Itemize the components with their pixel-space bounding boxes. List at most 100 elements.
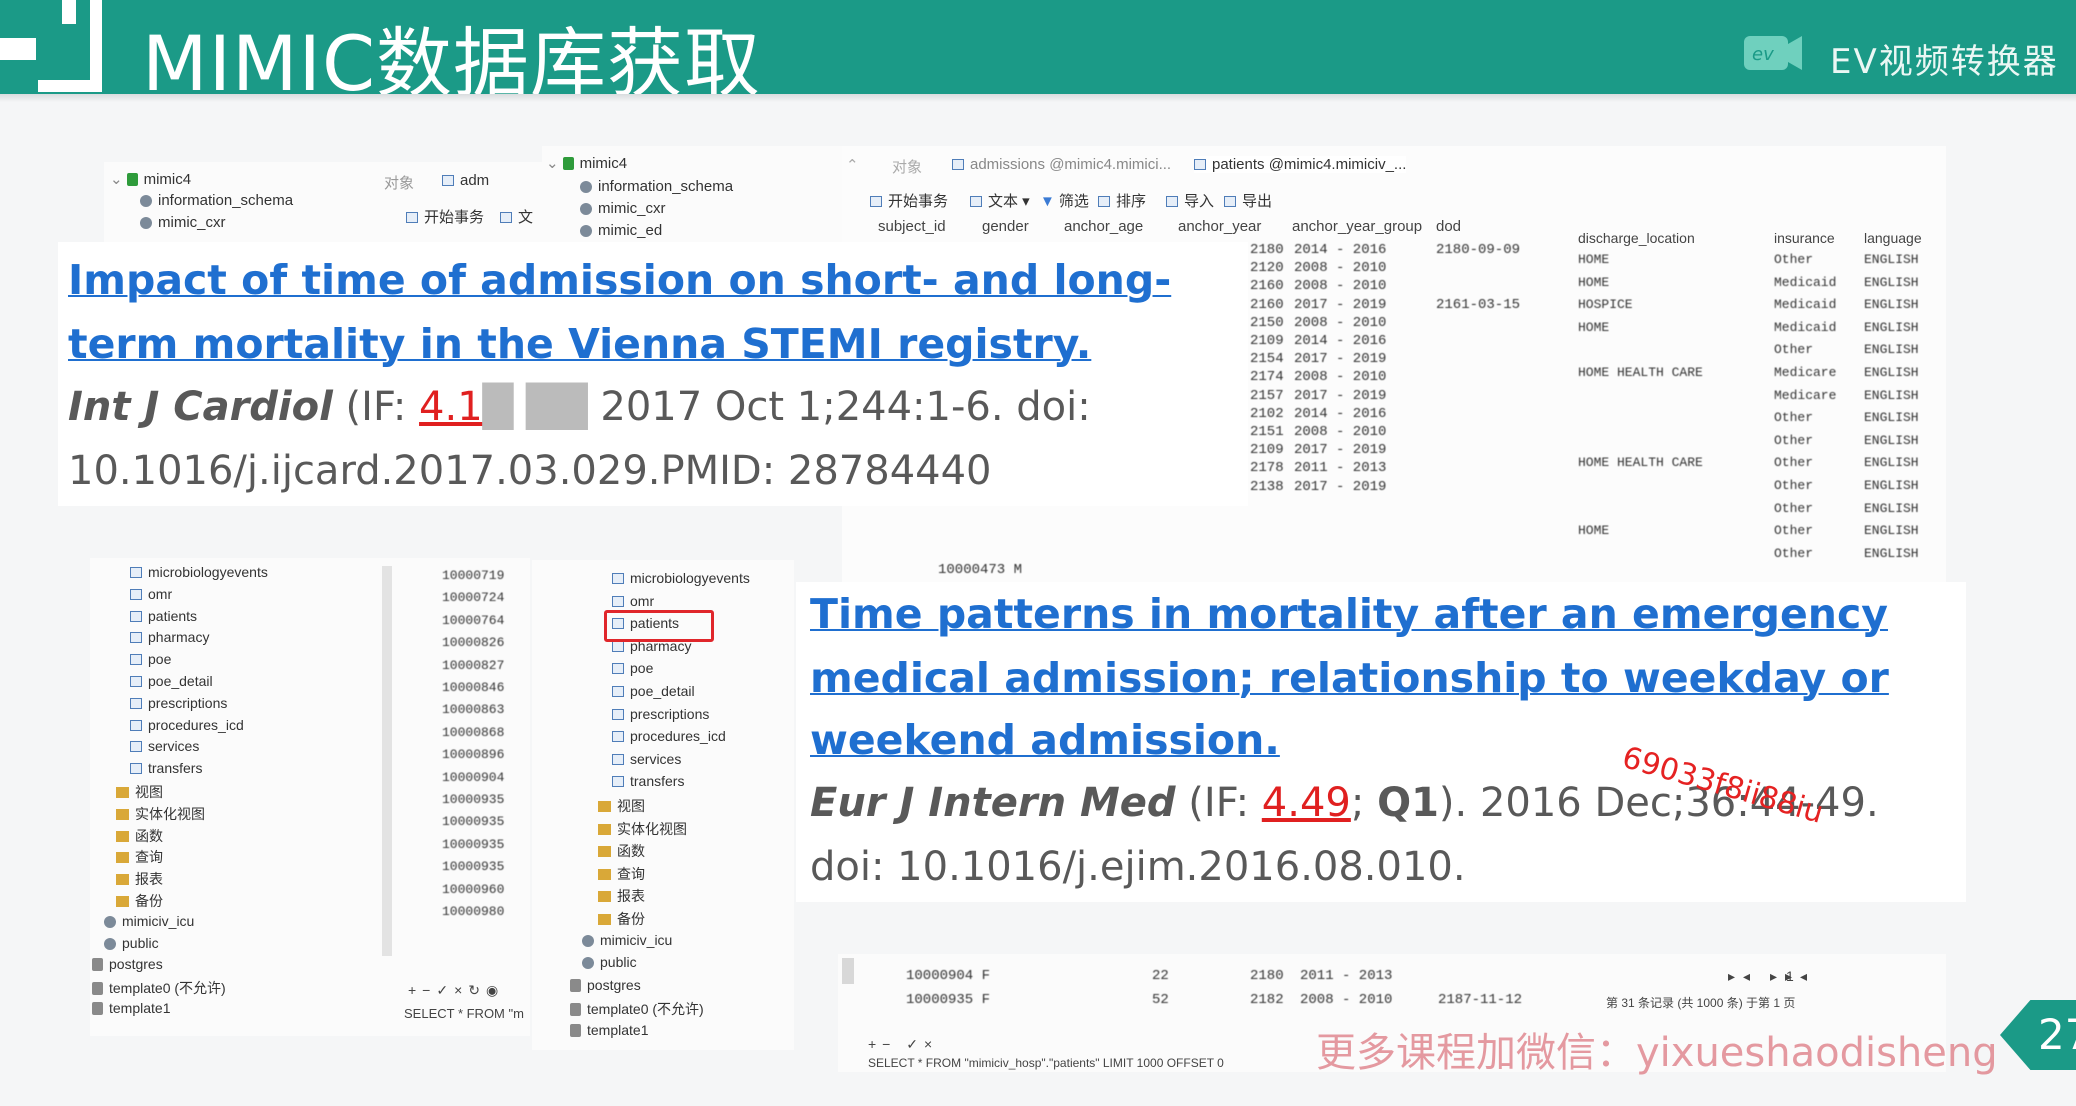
article-title-link[interactable]: Impact of time of admission on short- an… — [68, 256, 1171, 304]
tree-item[interactable]: services — [612, 751, 681, 767]
tree-item[interactable]: ⌄ mimic4 — [110, 170, 191, 188]
tree-item[interactable]: public — [104, 935, 159, 951]
tree-item[interactable]: omr — [130, 586, 172, 602]
tree-item[interactable]: transfers — [612, 773, 684, 789]
grid-cell[interactable]: ENGLISH — [1864, 320, 1919, 335]
grid-cell[interactable]: ENGLISH — [1864, 342, 1919, 357]
grid-cell[interactable]: 10000896 — [442, 747, 504, 762]
grid-cell[interactable]: 2182 — [1250, 992, 1284, 1008]
grid-cell[interactable]: HOME — [1578, 320, 1609, 335]
tree-item[interactable]: 视图 — [116, 782, 163, 802]
grid-cell[interactable]: 10000846 — [442, 680, 504, 695]
tree-item[interactable]: prescriptions — [612, 706, 709, 722]
grid-cell[interactable]: ENGLISH — [1864, 501, 1919, 516]
grid-cell[interactable]: 2180 — [1250, 242, 1284, 258]
grid-cell[interactable]: Other — [1774, 501, 1813, 516]
grid-cell[interactable]: Medicaid — [1774, 297, 1836, 312]
tree-item[interactable]: 报表 — [598, 886, 645, 906]
tree-item[interactable]: 函数 — [598, 841, 645, 861]
grid-cell[interactable]: 2008 - 2010 — [1294, 315, 1386, 331]
article-title-link[interactable]: Time patterns in mortality after an emer… — [810, 590, 1888, 638]
grid-cell[interactable]: Medicare — [1774, 388, 1836, 403]
grid-cell[interactable]: ENGLISH — [1864, 297, 1919, 312]
tree-item[interactable]: template1 — [570, 1022, 648, 1038]
tree-item[interactable]: postgres — [570, 977, 641, 993]
grid-cell[interactable]: 10000764 — [442, 613, 504, 628]
tree-item[interactable]: 备份 — [598, 909, 645, 929]
tab-patients[interactable]: patients @mimic4.mimiciv_... — [1194, 156, 1407, 173]
grid-cell[interactable]: 2154 — [1250, 351, 1284, 367]
tree-item[interactable]: prescriptions — [130, 695, 227, 711]
grid-cell[interactable]: 10000904 — [442, 770, 504, 785]
page-number[interactable]: 1 — [1786, 968, 1794, 984]
grid-cell[interactable]: 2008 - 2010 — [1294, 278, 1386, 294]
tree-item[interactable]: 报表 — [116, 869, 163, 889]
grid-cell[interactable]: 2180 — [1250, 968, 1284, 984]
grid-cell[interactable]: ENGLISH — [1864, 433, 1919, 448]
grid-cell[interactable]: ENGLISH — [1864, 455, 1919, 470]
column-header[interactable]: discharge_location — [1578, 230, 1695, 246]
grid-cell[interactable]: ENGLISH — [1864, 546, 1919, 561]
import-button[interactable]: 导入 — [1166, 190, 1214, 211]
grid-cell[interactable]: 2008 - 2010 — [1294, 260, 1386, 276]
grid-nav-buttons[interactable]: +−✓×↻◉ — [408, 982, 504, 999]
grid-cell[interactable]: 10000827 — [442, 658, 504, 673]
tree-item[interactable]: mimiciv_icu — [104, 913, 194, 929]
tree-item[interactable]: patients — [130, 608, 197, 624]
grid-cell[interactable]: 2008 - 2010 — [1294, 369, 1386, 385]
grid-cell[interactable]: ENGLISH — [1864, 388, 1919, 403]
grid-cell[interactable]: 2014 - 2016 — [1294, 333, 1386, 349]
grid-cell[interactable]: HOME — [1578, 252, 1609, 267]
tree-item[interactable]: poe — [612, 660, 653, 676]
tree-item[interactable]: mimiciv_icu — [582, 932, 672, 948]
tree-item[interactable]: mimic_cxr — [580, 200, 666, 217]
text-button[interactable]: 文 — [500, 206, 533, 227]
grid-cell[interactable]: 2157 — [1250, 388, 1284, 404]
tree-item[interactable]: procedures_icd — [130, 717, 244, 733]
tree-item[interactable]: mimic_cxr — [140, 214, 226, 231]
grid-cell[interactable]: 10000960 — [442, 882, 504, 897]
grid-cell[interactable]: 2008 - 2010 — [1294, 424, 1386, 440]
grid-cell[interactable]: Medicaid — [1774, 275, 1836, 290]
tree-item[interactable]: postgres — [92, 956, 163, 972]
tab-objects[interactable]: 对象 — [384, 172, 414, 193]
grid-cell[interactable]: 2014 - 2016 — [1294, 406, 1386, 422]
grid-cell[interactable]: 2109 — [1250, 442, 1284, 458]
grid-cell[interactable]: HOSPICE — [1578, 297, 1633, 312]
grid-cell[interactable]: 2014 - 2016 — [1294, 242, 1386, 258]
grid-cell[interactable]: 2017 - 2019 — [1294, 479, 1386, 495]
grid-cell[interactable]: ENGLISH — [1864, 523, 1919, 538]
tree-item[interactable]: omr — [612, 593, 654, 609]
tree-item[interactable]: mimic_ed — [580, 222, 662, 239]
grid-cell[interactable]: Other — [1774, 478, 1813, 493]
grid-cell[interactable]: Other — [1774, 523, 1813, 538]
article-title-link[interactable]: medical admission; relationship to weekd… — [810, 654, 1889, 702]
tree-item[interactable]: 实体化视图 — [598, 819, 687, 839]
grid-cell[interactable]: 2178 — [1250, 460, 1284, 476]
column-header[interactable]: dod — [1436, 218, 1461, 235]
tree-item[interactable]: information_schema — [580, 178, 733, 195]
pager-controls[interactable]: ▸◂ ▸▸◂ — [1728, 968, 1815, 985]
grid-cell[interactable]: 2017 - 2019 — [1294, 351, 1386, 367]
scrollbar[interactable] — [382, 566, 392, 956]
tree-item[interactable]: poe_detail — [612, 683, 695, 699]
column-header[interactable]: gender — [982, 218, 1029, 235]
tree-item[interactable]: microbiologyevents — [130, 564, 268, 580]
grid-cell[interactable]: 10000719 — [442, 568, 504, 583]
grid-cell[interactable]: 10000724 — [442, 590, 504, 605]
tree-item[interactable]: ⌄ mimic4 — [546, 154, 627, 172]
grid-cell[interactable]: HOME — [1578, 523, 1609, 538]
grid-cell[interactable]: ENGLISH — [1864, 365, 1919, 380]
grid-cell[interactable]: 2017 - 2019 — [1294, 297, 1386, 313]
text-button[interactable]: 文本 ▾ — [970, 190, 1030, 211]
tree-item[interactable]: transfers — [130, 760, 202, 776]
grid-cell[interactable]: 2120 — [1250, 260, 1284, 276]
grid-cell[interactable]: 10000935 — [442, 859, 504, 874]
tree-item[interactable]: 实体化视图 — [116, 804, 205, 824]
grid-cell[interactable]: ENGLISH — [1864, 252, 1919, 267]
column-header[interactable]: anchor_age — [1064, 218, 1143, 235]
grid-cell[interactable]: 2008 - 2010 — [1300, 992, 1392, 1008]
begin-transaction-button[interactable]: 开始事务 — [870, 190, 948, 211]
tree-item[interactable]: services — [130, 738, 199, 754]
grid-cell[interactable]: HOME HEALTH CARE — [1578, 455, 1703, 470]
